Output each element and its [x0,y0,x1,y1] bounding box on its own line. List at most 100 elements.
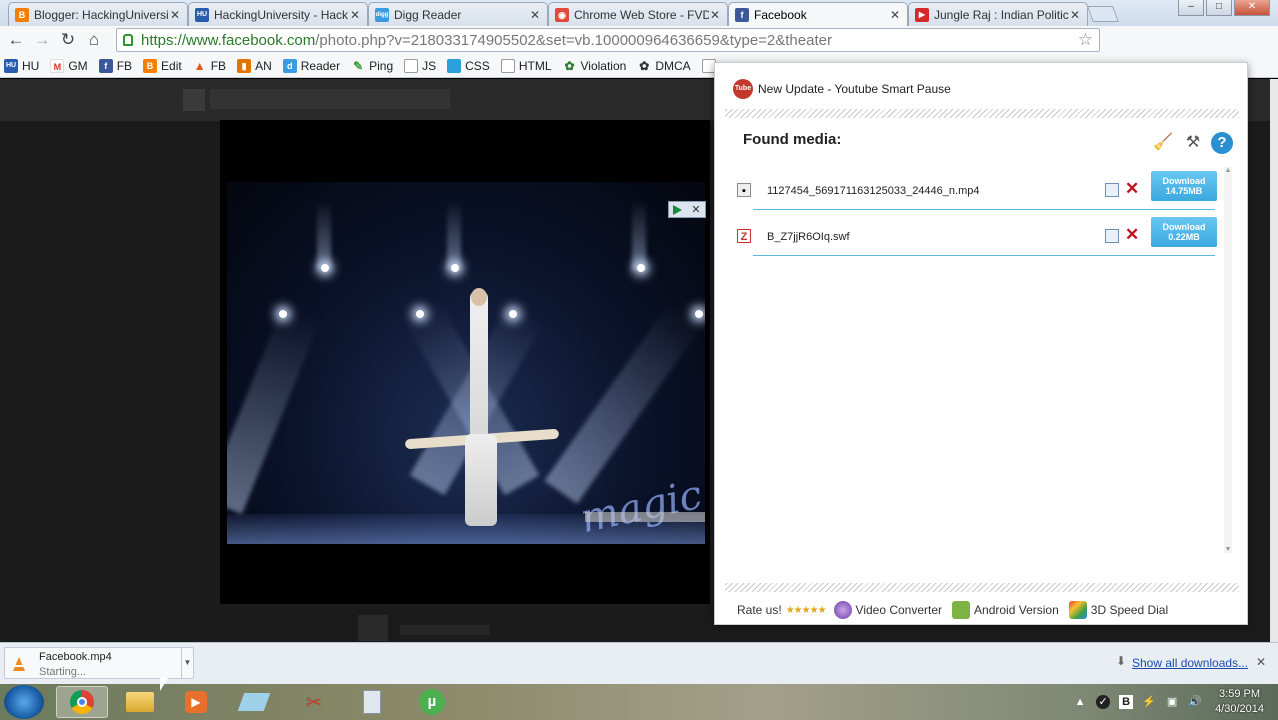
delete-icon[interactable]: ✕ [1125,225,1139,245]
tab-strip: B Blogger: HackingUniversit ✕ HU Hacking… [0,0,1278,26]
taskbar-calculator[interactable] [346,686,398,718]
tab-digg-reader[interactable]: digg Digg Reader ✕ [368,2,548,26]
close-icon[interactable]: ✕ [709,8,721,22]
video-converter-link[interactable]: Video Converter [833,601,942,619]
stage-lamp [416,310,424,318]
scroll-down-icon[interactable]: ▼ [1224,546,1232,553]
reload-icon[interactable]: ↻ [55,27,81,53]
download-button[interactable]: Download 0.22MB [1151,217,1217,247]
copy-link-icon[interactable] [1105,229,1119,243]
bookmark-violation[interactable]: ✿ Violation [563,59,626,73]
android-version-link[interactable]: Android Version [952,601,1059,619]
bookmark-fb-2[interactable]: ▲ FB [193,59,226,73]
plug-icon[interactable]: ⚡ [1142,695,1156,709]
close-icon[interactable]: ✕ [691,203,700,216]
new-tab-button[interactable] [1087,6,1119,22]
page-scrollbar[interactable] [1270,79,1278,642]
bookmark-label: HU [22,58,40,73]
play-icon [673,204,683,215]
close-icon[interactable]: ✕ [1069,8,1081,22]
facebook-logo-icon [183,89,205,111]
download-button[interactable]: Download 14.75MB [1151,171,1217,201]
close-icon[interactable]: ✕ [529,8,541,22]
bookmark-gm[interactable]: M GM [50,58,88,73]
close-icon[interactable]: ✕ [169,8,181,22]
window-close-button[interactable]: ✕ [1234,0,1270,16]
bookmark-an[interactable]: ▮ AN [237,58,272,73]
bookmark-js[interactable]: JS [404,58,437,73]
popup-scrollbar[interactable]: ▲ ▼ [1224,167,1232,553]
bookmark-fb[interactable]: f FB [98,58,132,73]
facebook-icon: f [98,58,113,73]
volume-icon[interactable]: 🔊 [1188,695,1202,709]
bookmark-css[interactable]: CSS [447,58,490,73]
facebook-search[interactable] [210,89,450,109]
video-theater: magic [220,120,710,604]
home-icon[interactable]: ⌂ [81,27,107,53]
tab-jungle-raj[interactable]: ▶ Jungle Raj : Indian Politic ✕ [908,2,1088,26]
rate-us-link[interactable]: Rate us! [737,603,782,617]
tools-icon[interactable]: ⚒ [1181,131,1205,155]
tab-blogger[interactable]: B Blogger: HackingUniversit ✕ [8,2,188,26]
chevron-down-icon[interactable]: ▼ [181,648,193,678]
browser-toolbar: ← → ↻ ⌂ https://www.facebook.com/photo.p… [0,26,1278,76]
delete-icon[interactable]: ✕ [1125,179,1139,199]
forward-icon[interactable]: → [29,27,55,53]
dmca-icon: ✿ [639,58,650,73]
address-bar[interactable]: https://www.facebook.com/photo.php?v=218… [116,28,1100,52]
taskbar-explorer[interactable] [114,686,166,718]
bookmark-label: JS [422,58,437,73]
clock[interactable]: 3:59 PM 4/30/2014 [1215,687,1264,717]
video-control-bar[interactable] [585,512,705,522]
close-icon[interactable]: ✕ [349,8,361,22]
media-item: Z B_Z7jjR6OIq.swf ✕ Download 0.22MB [737,217,1223,261]
checkmark-icon[interactable]: ✓ [1096,695,1111,709]
bookmark-star-icon[interactable]: ☆ [1078,30,1093,50]
rating-stars[interactable]: ★★★★★ [786,605,827,616]
broom-icon[interactable]: 🧹 [1151,131,1175,155]
tab-hackinguniversity[interactable]: HU HackingUniversity - Hack ✕ [188,2,368,26]
copy-link-icon[interactable] [1105,183,1119,197]
show-all-downloads-link[interactable]: Show all downloads... [1132,656,1248,670]
taskbar-chrome[interactable] [56,686,108,718]
start-button[interactable] [4,685,44,719]
folder-icon [126,692,154,712]
taskbar-media-player[interactable]: ▶ [170,686,222,718]
show-hidden-icons[interactable]: ▲ [1073,695,1087,709]
bookmark-ping[interactable]: ✎ Ping [351,59,393,73]
maximize-button[interactable]: □ [1206,0,1232,16]
bookmark-label: GM [68,58,88,73]
b-app-icon[interactable]: B [1119,695,1134,709]
utorrent-icon: µ [419,689,445,715]
taskbar-snipping-tool[interactable]: ✂ [288,686,340,718]
tab-chrome-web-store[interactable]: ◉ Chrome Web Store - FVD ✕ [548,2,728,26]
bookmark-hu[interactable]: HU HU [4,58,40,73]
hu-icon: HU [4,58,18,73]
avatar [358,615,388,641]
taskbar-utorrent[interactable]: µ [406,686,458,718]
close-icon[interactable]: ✕ [889,8,901,22]
update-notice[interactable]: Tube New Update - Youtube Smart Pause [733,79,951,99]
bookmark-label: CSS [465,58,490,73]
system-tray: ▲ ✓ B ⚡ ▣ 🔊 3:59 PM 4/30/2014 [1073,684,1278,720]
stage-lamp [637,264,645,272]
speed-dial-link[interactable]: 3D Speed Dial [1068,601,1168,619]
download-item[interactable]: Facebook.mp4 Starting... ▼ [4,647,194,679]
taskbar-app[interactable] [228,686,280,718]
scroll-up-icon[interactable]: ▲ [1224,167,1232,174]
fvd-overlay-button[interactable]: ✕ [668,201,706,218]
video-player[interactable]: magic [227,182,705,544]
bookmark-label: HTML [518,58,552,73]
bookmark-edit[interactable]: B Edit [143,58,182,73]
tab-facebook[interactable]: f Facebook ✕ [728,2,908,26]
stage-lamp [279,310,287,318]
close-icon[interactable]: ✕ [1256,655,1266,669]
bookmark-reader[interactable]: d Reader [282,58,340,73]
download-size: 14.75MB [1165,186,1203,196]
back-icon[interactable]: ← [3,27,29,53]
help-icon[interactable]: ? [1211,132,1233,154]
network-icon[interactable]: ▣ [1165,695,1179,709]
bookmark-html[interactable]: HTML [500,58,552,73]
minimize-button[interactable]: – [1178,0,1204,16]
bookmark-dmca[interactable]: ✿ DMCA [637,59,690,73]
